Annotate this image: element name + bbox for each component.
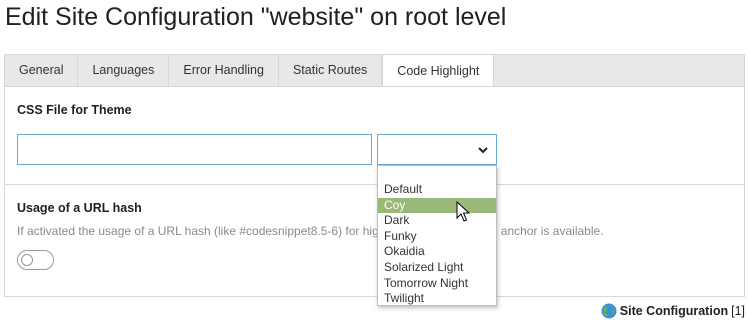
url-hash-help-left: If activated the usage of a URL hash (li… bbox=[17, 224, 379, 238]
footer-record-count: [1] bbox=[731, 304, 745, 318]
tab-static-routes[interactable]: Static Routes bbox=[279, 55, 383, 86]
url-hash-help: If activated the usage of a URL hash (li… bbox=[17, 224, 604, 238]
footer-record-name[interactable]: Site Configuration bbox=[620, 304, 728, 318]
url-hash-label: Usage of a URL hash bbox=[17, 201, 142, 215]
option-twilight[interactable]: Twilight bbox=[378, 291, 496, 307]
chevron-down-icon bbox=[478, 147, 488, 154]
footer-record-info: Site Configuration [1] bbox=[601, 303, 745, 319]
option-solarized-light[interactable]: Solarized Light bbox=[378, 260, 496, 276]
tab-error-handling[interactable]: Error Handling bbox=[169, 55, 279, 86]
css-file-input[interactable] bbox=[17, 134, 372, 165]
css-theme-label: CSS File for Theme bbox=[17, 103, 132, 117]
tab-languages[interactable]: Languages bbox=[78, 55, 170, 86]
css-theme-section: CSS File for Theme bbox=[5, 87, 744, 185]
option-dark[interactable]: Dark bbox=[378, 213, 496, 229]
url-hash-help-right: anchor is available. bbox=[500, 224, 604, 238]
url-hash-toggle[interactable] bbox=[17, 250, 54, 270]
theme-select[interactable] bbox=[377, 134, 497, 165]
tab-panel: CSS File for Theme Usage of a URL hash I… bbox=[4, 86, 745, 297]
theme-dropdown-list: Default Coy Dark Funky Okaidia Solarized… bbox=[377, 165, 497, 306]
mouse-pointer-icon bbox=[456, 201, 470, 222]
page-title: Edit Site Configuration "website" on roo… bbox=[5, 3, 507, 31]
tab-bar: General Languages Error Handling Static … bbox=[4, 54, 745, 87]
option-tomorrow-night[interactable]: Tomorrow Night bbox=[378, 276, 496, 292]
option-coy[interactable]: Coy bbox=[378, 197, 496, 214]
tab-general[interactable]: General bbox=[5, 55, 79, 86]
globe-icon bbox=[601, 303, 617, 319]
tab-code-highlight[interactable]: Code Highlight bbox=[382, 54, 495, 87]
option-default[interactable]: Default bbox=[378, 182, 496, 198]
toggle-knob bbox=[21, 254, 33, 266]
option-funky[interactable]: Funky bbox=[378, 229, 496, 245]
option-okaidia[interactable]: Okaidia bbox=[378, 244, 496, 260]
